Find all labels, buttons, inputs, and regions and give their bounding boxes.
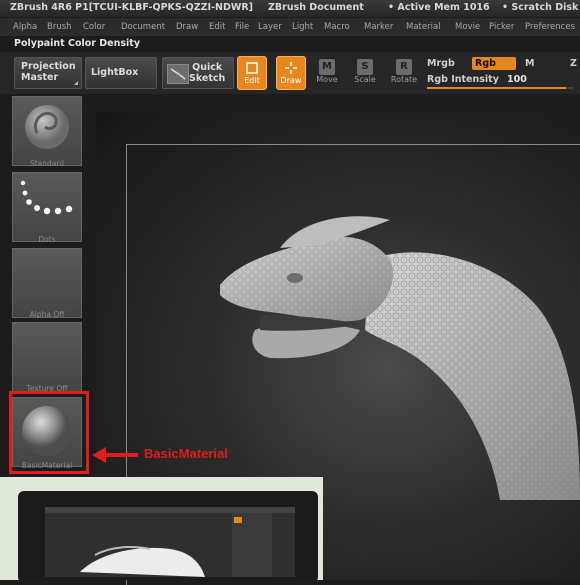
document-title: ZBrush Document [268,2,364,13]
quick-sketch-label-line1: Quick [192,62,223,73]
quick-sketch-icon [167,64,189,84]
menu-macro[interactable]: Macro [324,22,350,32]
alpha-off-label: Alpha Off [29,310,65,319]
move-icon: M [319,59,335,75]
rgb-intensity-label: Rgb Intensity [427,74,499,85]
standard-label: Standard [29,159,65,168]
draw-label: Draw [280,76,302,85]
alpha-thumb[interactable] [12,248,82,318]
basic-material-callout: BasicMaterial [144,446,228,461]
projection-master-button[interactable]: Projection Master [14,57,82,89]
scale-label: Scale [354,75,376,84]
scratch-disk: • Scratch Disk [502,2,579,13]
rotate-label: Rotate [390,75,418,84]
texture-thumb[interactable] [12,322,82,392]
menu-brush[interactable]: Brush [47,22,72,32]
menu-marker[interactable]: Marker [364,22,393,32]
rotate-button[interactable]: R Rotate [389,56,419,90]
menu-file[interactable]: File [235,22,249,32]
dots-stroke-icon [20,180,73,215]
menu-draw[interactable]: Draw [176,22,198,32]
rgb-intensity-track [427,87,573,89]
callout-arrow-icon [92,447,138,463]
menu-edit[interactable]: Edit [209,22,225,32]
draw-icon [283,60,299,76]
brush-standard-thumb[interactable] [12,96,82,166]
projection-master-label-line2: Master [21,72,59,83]
menu-material[interactable]: Material [406,22,441,32]
menu-bar: Alpha Brush Color Document Draw Edit Fil… [0,18,580,36]
material-highlight-box [9,391,89,474]
edit-label: Edit [244,76,260,85]
tablet-photo-inset [0,477,323,580]
tablet-device-image [0,477,323,580]
lightbox-button[interactable]: LightBox [85,57,157,89]
scale-button[interactable]: S Scale [350,56,380,90]
draw-button[interactable]: Draw [276,56,306,90]
mrgb-button[interactable]: Mrgb [427,58,455,69]
standard-brush-icon [25,105,69,149]
title-bar: ZBrush 4R6 P1[TCUI-KLBF-QPKS-QZZI-NDWR] … [0,0,580,17]
corner-triangle-icon [74,81,78,85]
rotate-icon: R [396,59,412,75]
m-button[interactable]: M [525,58,534,69]
rgb-intensity-fill [427,87,566,89]
z-add-indicator: Z [570,58,577,69]
menu-alpha[interactable]: Alpha [13,22,37,32]
rgb-intensity-value: 100 [507,74,527,85]
menu-color[interactable]: Color [83,22,105,32]
menu-movie[interactable]: Movie [455,22,480,32]
stroke-dots-thumb[interactable] [12,172,82,242]
lightbox-label: LightBox [91,67,139,78]
menu-light[interactable]: Light [292,22,313,32]
quick-sketch-label-line2: Sketch [189,73,226,84]
dots-label: Dots [38,235,56,244]
menu-layer[interactable]: Layer [258,22,282,32]
menu-document[interactable]: Document [121,22,165,32]
quick-sketch-button[interactable]: Quick Sketch [162,57,234,89]
projection-master-label-line1: Projection [21,61,76,72]
menu-picker[interactable]: Picker [489,22,514,32]
active-mem: • Active Mem 1016 [388,2,490,13]
move-button[interactable]: M Move [312,56,342,90]
move-label: Move [316,75,338,84]
rgb-intensity-slider[interactable]: Rgb Intensity 100 [427,74,573,90]
edit-icon [244,60,260,76]
scale-icon: S [357,59,373,75]
dragon-sculpt-image[interactable] [200,200,580,500]
menu-preferences[interactable]: Preferences [525,22,575,32]
edit-button[interactable]: Edit [237,56,267,90]
app-title: ZBrush 4R6 P1[TCUI-KLBF-QPKS-QZZI-NDWR] [10,2,253,13]
palette-title: Polypaint Color Density [14,38,141,49]
rgb-button[interactable]: Rgb [472,57,516,70]
sketch-stroke-icon [170,68,186,80]
